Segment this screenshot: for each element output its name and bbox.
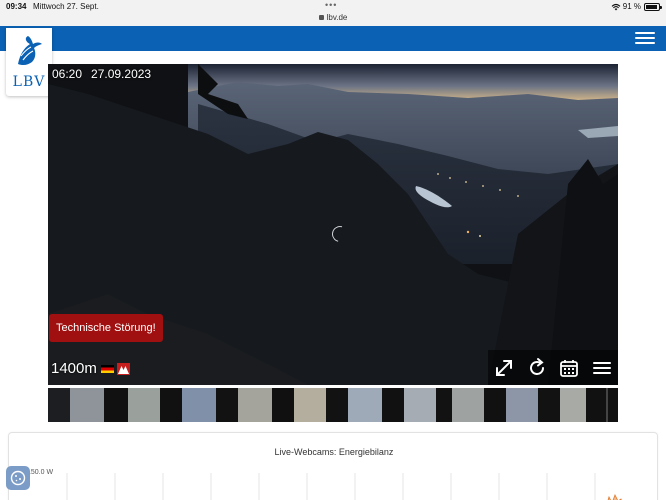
webcam-controls xyxy=(488,350,618,385)
timeline-thumb[interactable] xyxy=(70,388,104,422)
status-date: Mittwoch 27. Sept. xyxy=(33,2,99,11)
logo-text: LBV xyxy=(12,74,46,90)
timeline-thumb[interactable] xyxy=(216,388,238,422)
webcam-image[interactable]: 06:20 27.09.2023 Technische Störung! 1400… xyxy=(48,64,618,385)
timeline-thumb[interactable] xyxy=(436,388,452,422)
wifi-icon xyxy=(611,3,621,11)
chart-title: Live-Webcams: Energiebilanz xyxy=(274,447,394,457)
altitude-value: 1400m xyxy=(51,360,97,377)
timeline-thumb[interactable] xyxy=(160,388,182,422)
timeline-thumb[interactable] xyxy=(506,388,538,422)
page: 09:34 Mittwoch 27. Sept. ••• lbv.de 91 %… xyxy=(0,0,666,500)
reload-icon[interactable] xyxy=(526,357,548,379)
timeline-thumb[interactable] xyxy=(326,388,348,422)
timeline-thumb[interactable] xyxy=(128,388,160,422)
chart-plot xyxy=(66,473,622,500)
timeline-thumb[interactable] xyxy=(294,388,326,422)
battery-icon xyxy=(644,2,662,11)
timeline-thumb[interactable] xyxy=(538,388,560,422)
timeline-thumb[interactable] xyxy=(238,388,272,422)
cookie-settings-button[interactable] xyxy=(6,466,30,490)
timeline-thumb[interactable] xyxy=(586,388,606,422)
german-flag-icon xyxy=(100,364,114,373)
fullscreen-icon[interactable] xyxy=(493,357,515,379)
altitude-label: 1400m xyxy=(51,360,130,377)
status-right: 91 % xyxy=(611,2,662,11)
address-bar[interactable]: lbv.de xyxy=(0,13,666,22)
timeline-thumb[interactable] xyxy=(484,388,506,422)
timeline-thumb[interactable] xyxy=(452,388,484,422)
alert-badge: Technische Störung! xyxy=(49,314,163,342)
webcam-timeline[interactable] xyxy=(48,388,618,422)
menu-icon[interactable] xyxy=(591,357,613,379)
timeline-thumb[interactable] xyxy=(272,388,294,422)
timeline-thumb[interactable] xyxy=(348,388,382,422)
lock-icon xyxy=(318,15,324,20)
energy-chart-card: Live-Webcams: Energiebilanz 150.0 W xyxy=(8,432,658,500)
webcam-time: 06:20 xyxy=(52,67,83,81)
battery-percent: 91 % xyxy=(622,2,641,11)
site-header xyxy=(0,26,666,51)
timeline-thumb[interactable] xyxy=(182,388,216,422)
url-text: lbv.de xyxy=(326,13,348,22)
webcam-date: 27.09.2023 xyxy=(91,67,152,81)
timeline-cursor[interactable] xyxy=(606,388,618,422)
status-bar: 09:34 Mittwoch 27. Sept. ••• lbv.de 91 % xyxy=(0,0,666,26)
hamburger-icon[interactable] xyxy=(635,32,655,46)
timeline-thumb[interactable] xyxy=(404,388,436,422)
calendar-icon[interactable] xyxy=(558,357,580,379)
timeline-thumb[interactable] xyxy=(382,388,404,422)
mountain-badge-icon xyxy=(116,362,130,375)
status-time: 09:34 xyxy=(6,2,27,11)
cookie-icon xyxy=(10,470,26,486)
more-dots-icon[interactable]: ••• xyxy=(325,0,337,10)
timeline-thumb[interactable] xyxy=(104,388,128,422)
bird-icon xyxy=(18,36,42,66)
energy-series xyxy=(607,494,622,500)
timeline-thumb[interactable] xyxy=(560,388,586,422)
webcam-timestamp: 06:20 27.09.2023 xyxy=(52,67,160,81)
lbv-logo[interactable]: LBV xyxy=(6,28,52,96)
timeline-thumb[interactable] xyxy=(48,388,70,422)
